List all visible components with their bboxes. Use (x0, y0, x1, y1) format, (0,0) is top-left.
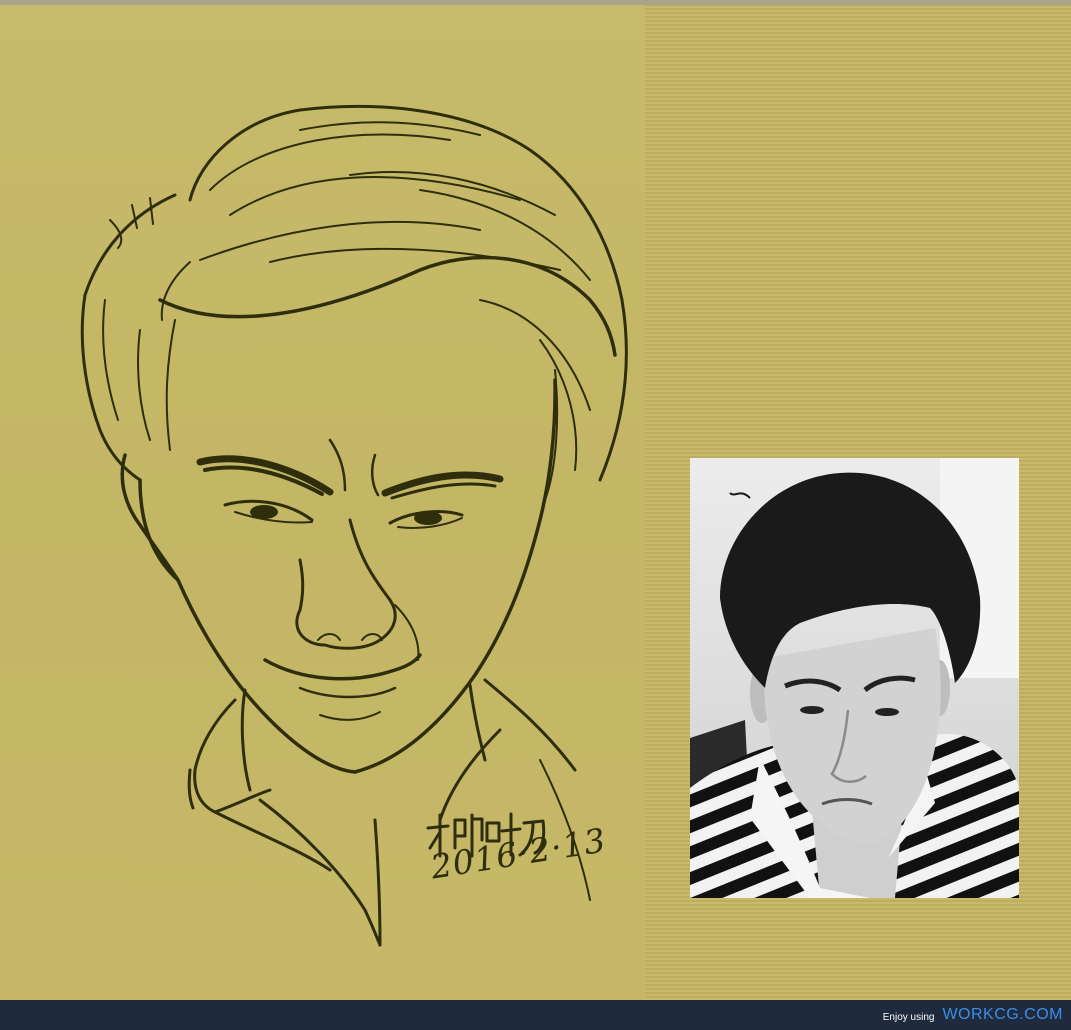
footer-bar: Enjoy using WORKCG.COM (0, 1000, 1071, 1030)
hair-outline (80, 104, 628, 482)
face-outline (120, 378, 557, 774)
nose (295, 518, 397, 650)
footer-brand-watermark: WORKCG.COM (942, 1006, 1063, 1023)
brow-furrows (328, 438, 380, 497)
photo-eye-right (875, 708, 899, 716)
artwork-canvas: 2016·2·13 (0, 0, 1071, 1000)
eyes (223, 499, 464, 529)
mouth (263, 604, 422, 721)
neck-and-collar (187, 678, 577, 822)
reference-photo (690, 458, 1019, 898)
footer-enjoy-text: Enjoy using (882, 1011, 935, 1023)
hair-strands (102, 121, 591, 501)
eyebrows (196, 455, 504, 500)
hair-swoop (158, 255, 617, 357)
photo-eye-left (800, 706, 824, 714)
reference-photo-image (690, 458, 1019, 898)
